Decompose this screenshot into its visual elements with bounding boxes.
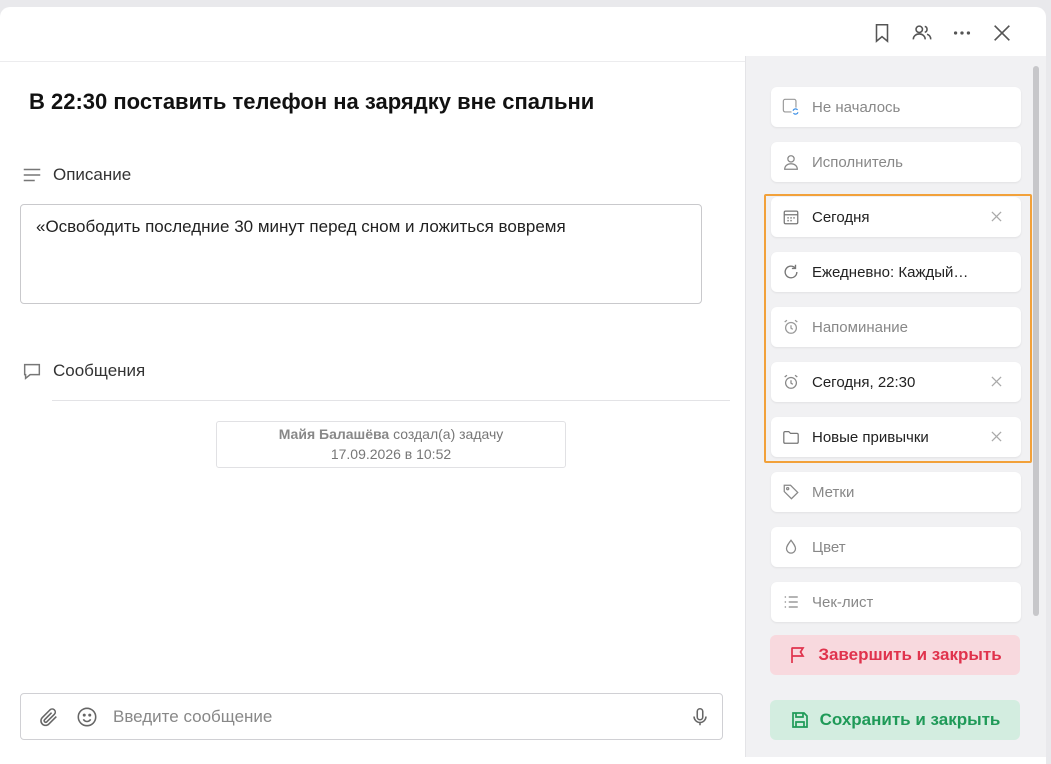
- drop-icon: [781, 537, 801, 557]
- top-bar: [0, 7, 1046, 62]
- date-label: Сегодня: [812, 208, 870, 226]
- project-label: Новые привычки: [812, 428, 929, 446]
- repeat-icon: [781, 262, 801, 282]
- finish-and-close-label: Завершить и закрыть: [818, 645, 1002, 664]
- more-icon[interactable]: [949, 20, 975, 46]
- reminder-set-field[interactable]: Сегодня, 22:30: [771, 362, 1021, 402]
- system-message: Майя Балашёва создал(а) задачу 17.09.202…: [216, 421, 566, 468]
- task-title[interactable]: В 22:30 поставить телефон на зарядку вне…: [29, 89, 594, 115]
- tags-label: Метки: [812, 483, 855, 501]
- status-label: Не началось: [812, 98, 901, 116]
- description-header: Описание: [21, 164, 131, 186]
- folder-icon: [781, 427, 801, 447]
- tag-icon: [781, 482, 801, 502]
- sidebar-scrollbar[interactable]: [1033, 66, 1039, 616]
- repeat-field[interactable]: Ежедневно: Каждый…: [771, 252, 1021, 292]
- description-field[interactable]: «Освободить последние 30 минут перед сно…: [20, 204, 702, 304]
- project-field[interactable]: Новые привычки: [771, 417, 1021, 457]
- messages-label: Сообщения: [53, 361, 146, 380]
- reminder-label: Напоминание: [812, 318, 908, 336]
- repeat-label: Ежедневно: Каждый…: [812, 263, 969, 281]
- save-and-close-button[interactable]: Сохранить и закрыть: [770, 700, 1020, 740]
- assignee-field[interactable]: Исполнитель: [771, 142, 1021, 182]
- reminder-set-label: Сегодня, 22:30: [812, 373, 916, 391]
- reminder-field[interactable]: Напоминание: [771, 307, 1021, 347]
- color-field[interactable]: Цвет: [771, 527, 1021, 567]
- attach-icon[interactable]: [37, 705, 61, 729]
- microphone-icon[interactable]: [688, 705, 712, 729]
- message-composer: [20, 693, 723, 740]
- message-input[interactable]: [113, 706, 688, 727]
- project-clear-icon[interactable]: [989, 429, 1003, 443]
- tags-field[interactable]: Метки: [771, 472, 1021, 512]
- alarm-icon: [781, 372, 801, 392]
- checklist-field[interactable]: Чек-лист: [771, 582, 1021, 622]
- calendar-icon: [781, 207, 801, 227]
- checklist-icon: [781, 592, 801, 612]
- status-field[interactable]: Не началось: [771, 87, 1021, 127]
- task-main: В 22:30 поставить телефон на зарядку вне…: [0, 56, 745, 757]
- date-clear-icon[interactable]: [989, 209, 1003, 223]
- date-field[interactable]: Сегодня: [771, 197, 1021, 237]
- bookmark-icon[interactable]: [869, 20, 895, 46]
- assignee-label: Исполнитель: [812, 153, 903, 171]
- system-message-action: создал(а) задачу: [393, 426, 504, 442]
- description-label: Описание: [53, 165, 132, 184]
- description-icon: [23, 168, 41, 182]
- messages-header: Сообщения: [21, 360, 145, 382]
- color-label: Цвет: [812, 538, 846, 556]
- system-message-time: 17.09.2026 в 10:52: [330, 446, 452, 462]
- checklist-label: Чек-лист: [812, 593, 874, 611]
- status-icon: [781, 97, 801, 117]
- alarm-icon: [781, 317, 801, 337]
- save-icon: [791, 712, 808, 728]
- finish-and-close-button[interactable]: Завершить и закрыть: [770, 635, 1020, 675]
- members-icon[interactable]: [909, 20, 935, 46]
- close-icon[interactable]: [989, 20, 1015, 46]
- flag-icon: [791, 647, 805, 663]
- user-icon: [781, 152, 801, 172]
- save-and-close-label: Сохранить и закрыть: [819, 710, 1001, 729]
- emoji-icon[interactable]: [75, 705, 99, 729]
- system-message-author: Майя Балашёва: [278, 426, 390, 442]
- reminder-clear-icon[interactable]: [989, 374, 1003, 388]
- messages-divider: [52, 400, 730, 401]
- comment-icon: [23, 363, 41, 380]
